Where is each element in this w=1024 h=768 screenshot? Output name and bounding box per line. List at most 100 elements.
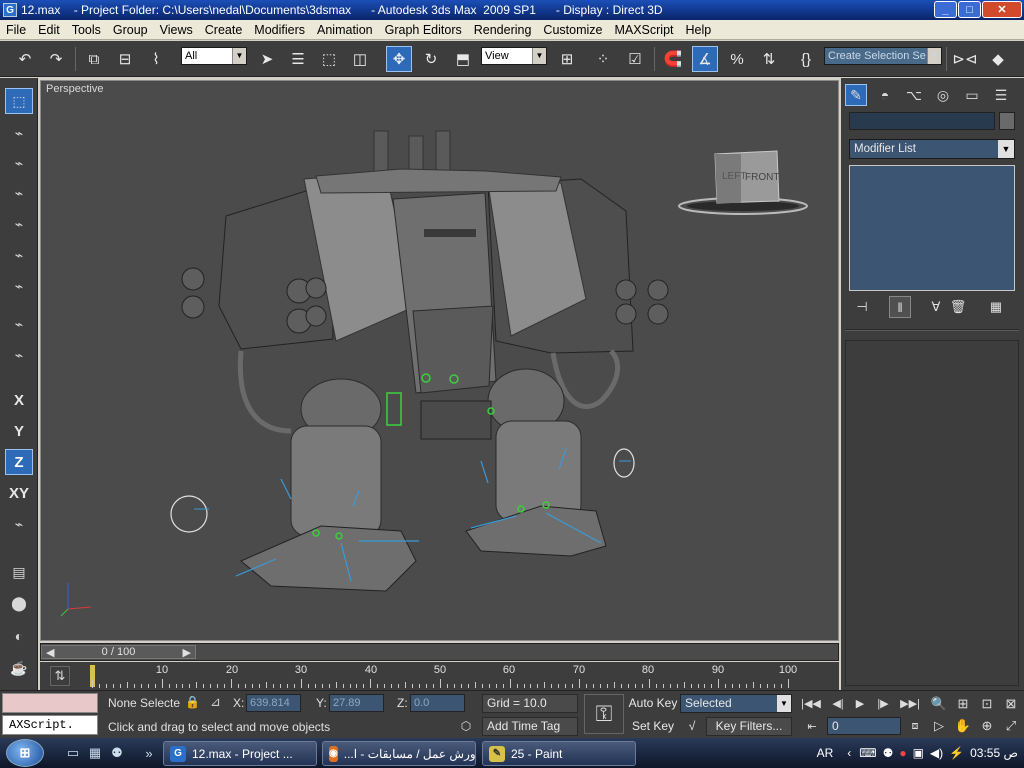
lock-selection-icon[interactable]: 🔒 [185,695,200,709]
select-by-name-icon[interactable]: ☰ [285,46,311,72]
bind-to-space-warp-icon[interactable]: ⌇ [143,46,169,72]
menu-create[interactable]: Create [199,20,249,40]
zoom-extents-icon[interactable]: ⊡ [976,694,998,714]
set-key-icon[interactable]: ⚿ [584,694,624,734]
pan-view-icon[interactable]: ✋ [952,716,974,736]
tray-expand-icon[interactable]: ‹ [847,746,851,760]
unlink-selection-icon[interactable]: ⊟ [112,46,138,72]
x-coordinate-field[interactable]: 639.814 [246,694,301,712]
menu-views[interactable]: Views [154,20,199,40]
zoom-all-icon[interactable]: ⊞ [952,694,974,714]
maximize-viewport-icon[interactable]: ⤢ [1000,716,1022,736]
circle-helper-right[interactable] [613,448,635,478]
perspective-viewport[interactable]: Perspective LEFT FRONT [40,80,839,641]
field-of-view-icon[interactable]: ▷ [928,716,950,736]
select-and-move-icon[interactable]: ✥ [386,46,412,72]
menu-rendering[interactable]: Rendering [468,20,538,40]
key-mode-toggle-icon[interactable]: ⇤ [801,717,823,736]
security-alert-icon[interactable]: ● [899,746,906,760]
task-3dsmax[interactable]: G 12.max - Project ... [163,741,317,766]
menu-graph-editors[interactable]: Graph Editors [379,20,468,40]
select-and-manipulate-icon[interactable]: ⁘ [590,46,616,72]
render-icon[interactable]: ☕ [5,655,33,681]
minimize-button[interactable]: _ [934,1,957,18]
make-unique-icon[interactable]: ∀ [925,296,947,318]
absolute-mode-icon[interactable]: ⊿ [210,694,221,710]
snap-2d-icon[interactable]: ⌁ [5,211,33,237]
viewcube[interactable]: LEFT FRONT [678,150,808,215]
mirror-icon[interactable]: ⊳⊲ [952,46,978,72]
set-key-button[interactable]: Set Key [628,717,678,736]
add-time-tag-button[interactable]: Add Time Tag [482,717,578,736]
material-editor-icon[interactable]: ⬤ [5,590,33,616]
auto-key-button[interactable]: Auto Key [628,694,678,713]
volume-icon[interactable]: ◀) [930,746,943,760]
select-and-scale-icon[interactable]: ⬒ [450,46,476,72]
circle-helper-left[interactable] [170,495,209,533]
track-bar[interactable]: ⇅ 10 20 30 40 50 60 70 80 90 100 [40,662,839,690]
snap-3d-icon[interactable]: ⌁ [5,150,33,176]
time-configuration-icon[interactable]: ⧈ [904,717,926,736]
show-end-result-icon[interactable]: ‖ [889,296,911,318]
axis-y-button[interactable]: Y [5,418,33,444]
language-indicator[interactable]: AR [817,746,834,760]
keyboard-icon[interactable]: ⌨ [859,746,876,760]
snap-edge-icon[interactable]: ⌁ [5,273,33,299]
menu-group[interactable]: Group [107,20,154,40]
snap-vertex-icon[interactable]: ⌁ [5,242,33,268]
menu-file[interactable]: File [0,20,32,40]
configure-modifier-sets-icon[interactable]: ▦ [985,296,1007,318]
named-selection-sets-field[interactable]: Create Selection Se ▼ [824,47,942,65]
key-tangents-icon[interactable]: √ [681,717,703,736]
rectangular-selection-icon[interactable]: ⬚ [316,46,342,72]
close-button[interactable]: ✕ [982,1,1022,18]
modifier-list-dropdown[interactable]: Modifier List ▼ [849,139,1015,159]
dreadnought-model[interactable] [181,130,669,592]
switch-windows-icon[interactable]: ▦ [86,744,104,762]
go-to-start-icon[interactable]: |◀◀ [800,694,822,713]
axis-x-button[interactable]: X [5,387,33,413]
next-frame-icon[interactable]: |▶ [872,694,894,713]
select-object-icon[interactable]: ➤ [254,46,280,72]
zoom-extents-all-icon[interactable]: ⊠ [1000,694,1022,714]
3dsmax-app-icon[interactable]: G [3,3,17,17]
align-icon[interactable]: ◆ [985,46,1011,72]
key-filters-button[interactable]: Key Filters... [706,717,792,736]
time-tag-icon[interactable]: ⬡ [456,719,476,737]
undo-icon[interactable]: ↶ [12,46,38,72]
layer-manager-icon[interactable]: ▤ [5,559,33,585]
snaps-toggle-icon[interactable]: 🧲 [660,46,686,72]
maxscript-mini-listener[interactable]: AXScript. [2,715,98,735]
quick-launch-chevron-icon[interactable]: » [140,744,158,762]
orbit-icon[interactable]: ⊕ [976,716,998,736]
zoom-icon[interactable]: 🔍 [928,694,950,714]
hierarchy-tab-icon[interactable]: ⌥ [903,84,925,106]
next-frame-icon[interactable]: ▶ [183,646,191,659]
maximize-button[interactable]: □ [958,1,981,18]
angle-snap-toggle-icon[interactable]: ∡ [692,46,718,72]
current-frame-field[interactable]: 0 [827,717,901,735]
menu-edit[interactable]: Edit [32,20,66,40]
users-icon[interactable]: ⚉ [883,746,894,760]
time-slider[interactable]: ◀ 0 / 100 ▶ [40,643,839,661]
pivot-center-icon[interactable]: ⊞ [554,46,580,72]
maxscript-listener-output[interactable] [2,693,98,713]
power-icon[interactable]: ⚡ [949,746,964,760]
start-button[interactable]: ⊞ [6,739,44,767]
task-paint[interactable]: ✎ 25 - Paint [482,741,636,766]
select-and-rotate-icon[interactable]: ↻ [418,46,444,72]
display-tab-icon[interactable]: ▭ [961,84,983,106]
go-to-end-icon[interactable]: ▶▶| [899,694,921,713]
render-setup-icon[interactable]: ◐ [5,623,33,649]
task-firefox[interactable]: ◉ ...ورش عمل / مسابقات - ا [322,741,476,766]
motion-tab-icon[interactable]: ◎ [932,84,954,106]
menu-animation[interactable]: Animation [311,20,379,40]
open-mini-curve-editor-icon[interactable]: ⇅ [50,666,70,686]
prev-frame-icon[interactable]: ◀ [46,646,54,659]
pin-stack-icon[interactable]: ⊣ [851,296,873,318]
time-slider-thumb[interactable]: ◀ 0 / 100 ▶ [41,645,196,659]
axis-xy-button[interactable]: XY [5,480,33,506]
snap-plane-icon[interactable]: ⌁ [5,342,33,368]
menu-help[interactable]: Help [680,20,718,40]
key-mode-dropdown[interactable]: Selected ▼ [680,694,792,713]
